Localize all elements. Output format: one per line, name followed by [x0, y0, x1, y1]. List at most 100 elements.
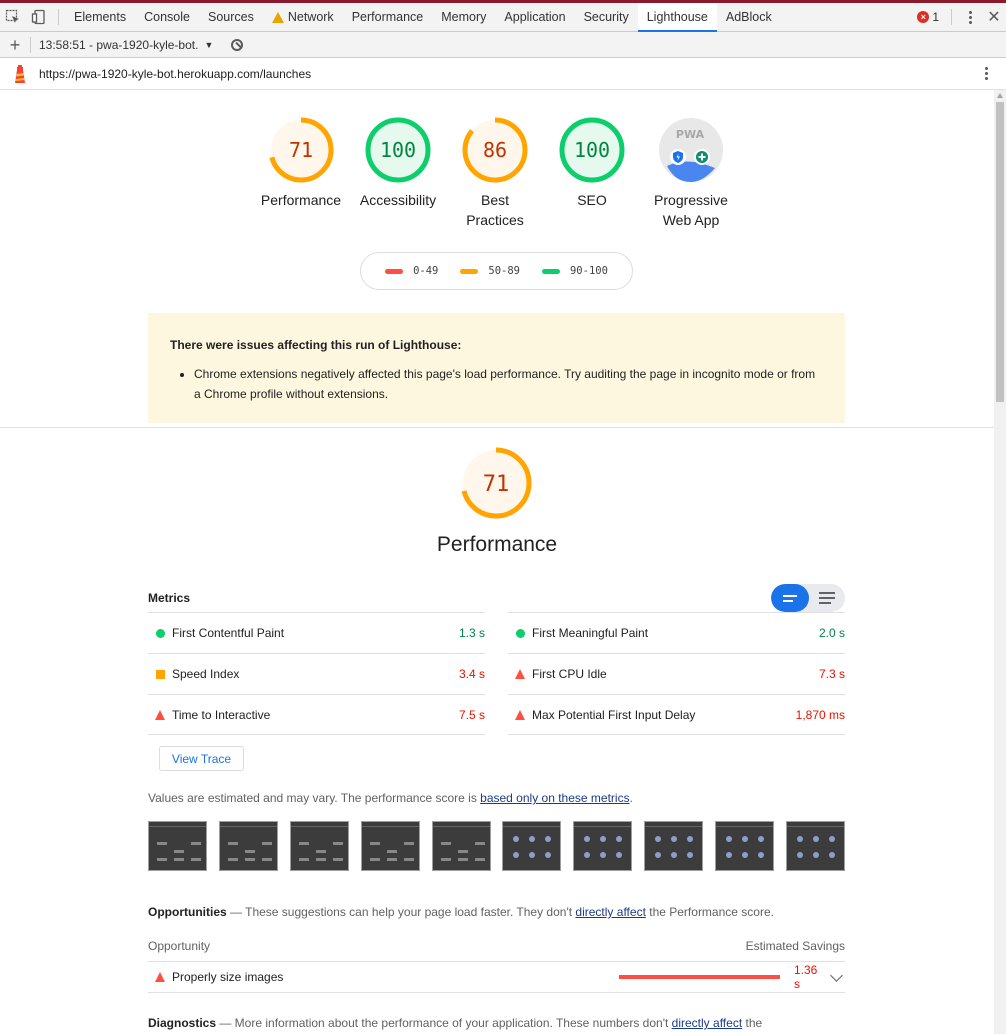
view-trace-button[interactable]: View Trace [159, 746, 244, 771]
lighthouse-logo-icon [13, 64, 27, 83]
scroll-up-arrow-icon[interactable] [997, 93, 1003, 98]
expanded-view-icon[interactable] [809, 584, 845, 612]
scrollbar-thumb[interactable] [996, 102, 1004, 402]
gauge-best-practices[interactable]: 86 Best Practices [445, 116, 545, 230]
tab-adblock[interactable]: AdBlock [717, 3, 781, 32]
error-count: 1 [932, 10, 939, 24]
gauge-performance-ring: 71 [268, 117, 334, 183]
error-count-badge[interactable]: × 1 [911, 10, 945, 24]
report-selector-label: 13:58:51 - pwa-1920-kyle-bot. [39, 37, 199, 52]
report-selector[interactable]: 13:58:51 - pwa-1920-kyle-bot. ▼ [39, 38, 213, 52]
savings-bar [619, 975, 780, 979]
compact-view-icon[interactable] [771, 584, 809, 612]
filmstrip-frame [785, 821, 845, 871]
tab-network[interactable]: Network [263, 3, 343, 32]
metric-row: Max Potential First Input Delay 1,870 ms [508, 694, 845, 735]
gauge-seo[interactable]: 100 SEO [542, 116, 642, 210]
tab-separator [951, 9, 952, 25]
tab-lighthouse[interactable]: Lighthouse [637, 3, 717, 32]
legend-fail-range: 0-49 [413, 265, 439, 277]
metric-row: Speed Index 3.4 s [148, 653, 485, 694]
chevron-down-icon[interactable] [830, 968, 843, 982]
gauge-accessibility-score: 100 [380, 138, 416, 162]
tab-performance[interactable]: Performance [343, 3, 433, 32]
gauge-performance-label: Performance [260, 192, 342, 208]
metric-value: 2.0 s [818, 626, 845, 640]
run-warnings: There were issues affecting this run of … [148, 313, 845, 423]
diagnostics-directly-affect-link[interactable]: directly affect [672, 1016, 742, 1030]
opportunities-columns: Opportunity Estimated Savings [148, 939, 845, 953]
close-devtools-icon[interactable]: ✕ [982, 3, 1006, 31]
metric-name: First CPU Idle [532, 667, 607, 681]
fail-icon [508, 669, 532, 679]
fail-icon [508, 709, 532, 720]
inspect-element-icon[interactable] [0, 3, 26, 31]
metrics-heading: Metrics [148, 591, 191, 605]
opportunity-column-header: Opportunity [148, 939, 211, 953]
legend-fail: 0-49 [385, 265, 438, 277]
tab-console[interactable]: Console [135, 3, 199, 32]
performance-gauge-score: 71 [483, 472, 510, 497]
lighthouse-toolbar: + 13:58:51 - pwa-1920-kyle-bot. ▼ [0, 32, 1006, 58]
disclaimer-suffix: . [629, 791, 633, 805]
average-icon [148, 669, 172, 679]
tab-elements[interactable]: Elements [65, 3, 135, 32]
clear-reports-icon[interactable] [231, 38, 244, 51]
tab-separator [58, 9, 59, 25]
performance-gauge[interactable]: 71 [446, 445, 546, 524]
opportunities-header: Opportunities — These suggestions can he… [148, 905, 774, 919]
tab-application[interactable]: Application [495, 3, 574, 32]
opportunity-savings: 1.36 s [794, 963, 818, 991]
tab-memory[interactable]: Memory [432, 3, 495, 32]
performance-gauge-ring: 71 [460, 447, 532, 519]
fail-icon [148, 709, 172, 720]
legend-average: 50-89 [460, 265, 520, 277]
metric-name: Speed Index [172, 667, 240, 681]
tab-sources[interactable]: Sources [199, 3, 263, 32]
gauge-best-practices-label: Best Practices [466, 192, 524, 228]
gauge-seo-ring: 100 [559, 117, 625, 183]
gauge-best-practices-score: 86 [483, 138, 507, 162]
toolbar-separator [30, 36, 31, 53]
savings-column-header: Estimated Savings [745, 939, 845, 953]
tab-security[interactable]: Security [575, 3, 638, 32]
opportunity-row[interactable]: Properly size images 1.36 s [148, 961, 845, 993]
report-menu-icon[interactable] [974, 60, 998, 88]
opportunity-name: Properly size images [172, 970, 284, 984]
pass-icon [508, 628, 532, 638]
metrics-calculator-link[interactable]: based only on these metrics [480, 791, 629, 805]
fail-icon [148, 972, 172, 982]
diagnostics-description-suffix: the [742, 1016, 763, 1030]
opportunities-description: — These suggestions can help your page l… [226, 905, 576, 919]
opportunities-description-suffix: the Performance score. [645, 905, 774, 919]
run-warnings-title: There were issues affecting this run of … [170, 338, 462, 352]
warning-icon [271, 11, 284, 23]
legend-pass: 90-100 [541, 265, 608, 277]
metric-value: 1.3 s [458, 626, 485, 640]
gauge-accessibility-ring: 100 [365, 117, 431, 183]
legend-pass-swatch [541, 268, 560, 274]
new-audit-icon[interactable]: + [0, 33, 30, 57]
device-toolbar-icon[interactable] [26, 3, 52, 31]
filmstrip-frame [148, 821, 207, 871]
gauge-pwa[interactable]: PWA Progressive Web App [639, 116, 743, 230]
metric-value: 3.4 s [458, 667, 485, 681]
metrics-right-column: First Meaningful Paint 2.0 s First CPU I… [508, 612, 845, 735]
devtools-menu-icon[interactable] [958, 3, 982, 31]
diagnostics-heading: Diagnostics [148, 1016, 217, 1030]
opportunities-directly-affect-link[interactable]: directly affect [575, 905, 645, 919]
metric-name: First Meaningful Paint [532, 626, 649, 640]
gauge-pwa-label: Progressive Web App [654, 192, 728, 228]
report-url[interactable]: https://pwa-1920-kyle-bot.herokuapp.com/… [39, 67, 311, 81]
metrics-disclaimer: Values are estimated and may vary. The p… [148, 791, 633, 805]
category-gauges: 71 Performance 100 Accessibility 86 Best… [251, 116, 751, 246]
report-scrollbar[interactable] [994, 90, 1006, 1034]
lighthouse-report: 71 Performance 100 Accessibility 86 Best… [0, 90, 994, 1034]
pass-icon [148, 628, 172, 638]
filmstrip-frame [715, 821, 774, 871]
metrics-view-toggle[interactable] [771, 584, 845, 612]
metrics-header: Metrics [148, 583, 845, 613]
gauge-accessibility[interactable]: 100 Accessibility [348, 116, 448, 210]
gauge-performance[interactable]: 71 Performance [251, 116, 351, 210]
diagnostics-header: Diagnostics — More information about the… [148, 1016, 762, 1030]
